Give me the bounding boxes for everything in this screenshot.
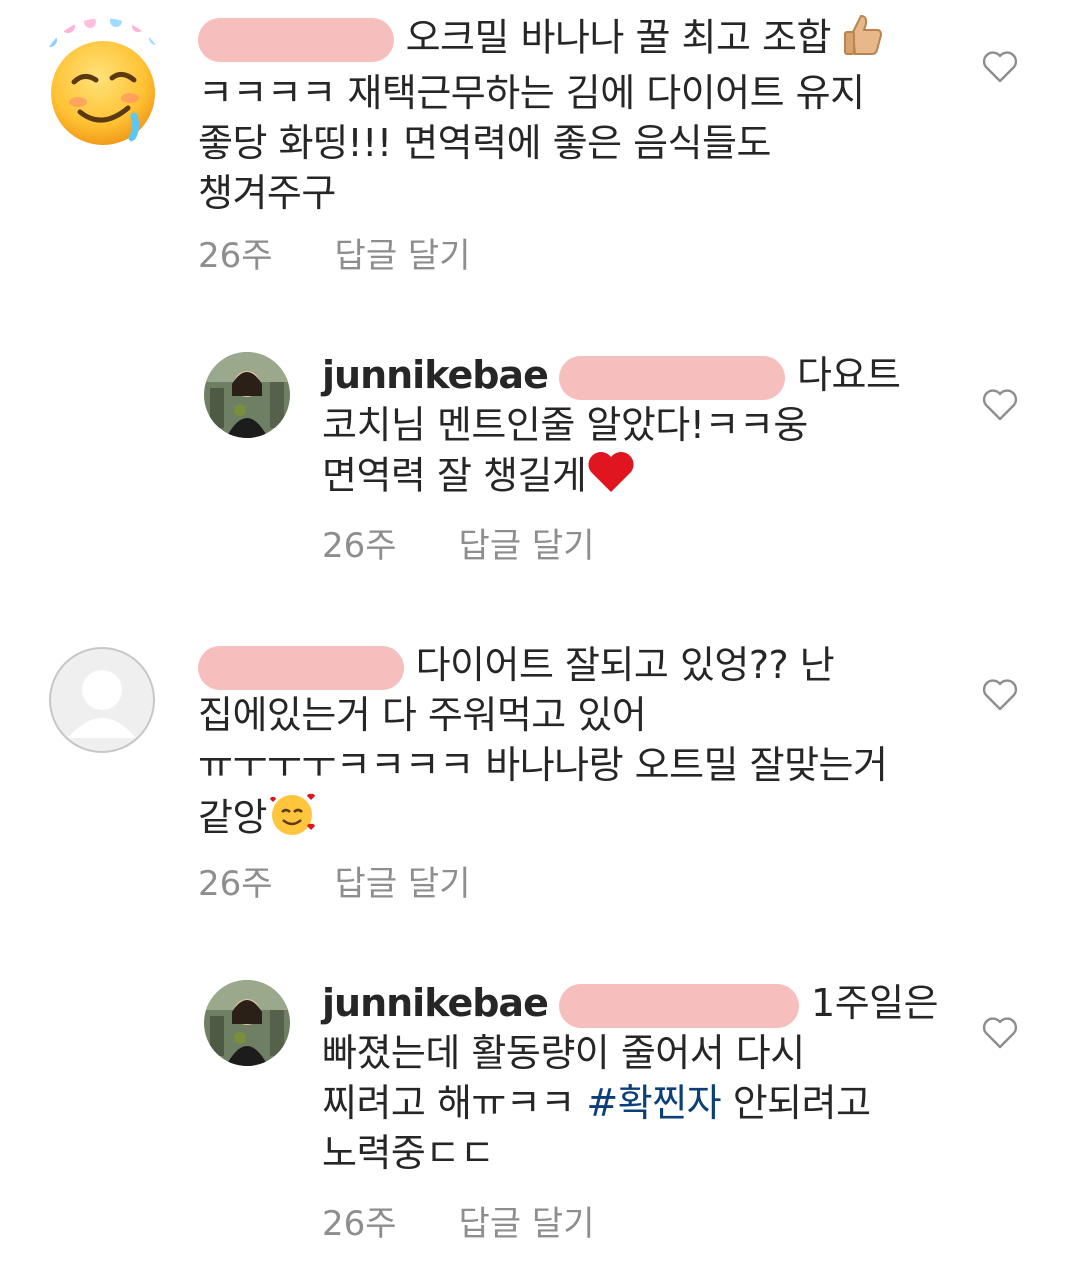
reply-button[interactable]: 답글 달기 — [459, 1196, 595, 1245]
like-button[interactable] — [980, 384, 1020, 424]
reply-button[interactable]: 답글 달기 — [335, 228, 471, 277]
comment-line-3: 찌려고 해ㅠㅋㅋ #확찐자 안되려고 — [322, 1081, 871, 1125]
reply-button[interactable]: 답글 달기 — [459, 518, 595, 567]
timestamp: 26주 — [322, 1204, 397, 1244]
comment-line-1: 다이어트 잘되고 있엉?? 난 — [198, 640, 978, 690]
comment-line-1: junnikebae 다요트 — [322, 350, 962, 400]
comment-line-2: 집에있는거 다 주워먹고 있어 — [198, 693, 647, 737]
profile-photo-icon — [204, 980, 290, 1066]
comment-line-2: ㅋㅋㅋㅋ 재택근무하는 김에 다이어트 유지 — [198, 71, 865, 115]
comment-meta: 26주 답글 달기 — [322, 518, 594, 567]
avatar[interactable] — [204, 980, 290, 1066]
comment-meta: 26주 답글 달기 — [198, 856, 470, 905]
redacted-username — [198, 645, 404, 690]
avatar[interactable] — [204, 352, 290, 438]
thumbs-up-icon — [843, 12, 883, 68]
comment-meta: 26주 답글 달기 — [198, 228, 470, 277]
comment-line-3: 좋당 화띵!!! 면역력에 좋은 음식들도 — [198, 121, 771, 165]
redacted-mention — [559, 983, 800, 1028]
heart-outline-icon — [982, 51, 1018, 83]
comment-line-4: 챙겨주구 — [198, 171, 336, 215]
like-button[interactable] — [980, 1012, 1020, 1052]
comment-meta: 26주 답글 달기 — [322, 1196, 594, 1245]
comment-line-2: 빠졌는데 활동량이 줄어서 다시 — [322, 1031, 805, 1075]
comment-line-4: 노력중ㄷㄷ — [322, 1131, 495, 1175]
timestamp: 26주 — [198, 864, 273, 904]
avatar[interactable] — [48, 646, 156, 754]
comment-body: 오크밀 바나나 꿀 최고 조합 ㅋㅋㅋㅋ 재택근무하는 김에 다이어트 유지 좋… — [198, 12, 958, 218]
heart-outline-icon — [982, 389, 1018, 421]
comment-body: junnikebae 1주일은 빠졌는데 활동량이 줄어서 다시 찌려고 해ㅠㅋ… — [322, 978, 962, 1178]
heart-outline-icon — [982, 1017, 1018, 1049]
redacted-mention — [559, 355, 786, 400]
redacted-username — [198, 18, 394, 62]
heart-outline-icon — [982, 679, 1018, 711]
profile-photo-icon — [204, 352, 290, 438]
timestamp: 26주 — [322, 526, 397, 566]
comment-line-1: 오크밀 바나나 꿀 최고 조합 — [198, 12, 958, 68]
timestamp: 26주 — [198, 236, 273, 276]
default-avatar-icon — [49, 647, 155, 753]
drooling-face-icon — [43, 18, 163, 145]
reply-button[interactable]: 답글 달기 — [335, 856, 471, 905]
like-button[interactable] — [980, 674, 1020, 714]
comment-line-1: junnikebae 1주일은 — [322, 978, 962, 1028]
like-button[interactable] — [980, 46, 1020, 86]
comment-body: 다이어트 잘되고 있엉?? 난 집에있는거 다 주워먹고 있어 ㅠㅜㅜㅜㅋㅋㅋㅋ… — [198, 640, 978, 850]
smiling-face-with-hearts-icon — [267, 790, 317, 850]
avatar[interactable] — [38, 18, 168, 148]
comment-line-3: ㅠㅜㅜㅜㅋㅋㅋㅋ 바나나랑 오트밀 잘맞는거 — [198, 743, 888, 787]
comment-username[interactable]: junnikebae — [322, 353, 549, 397]
comment-username[interactable]: junnikebae — [322, 981, 549, 1025]
comment-line-3: 면역력 잘 챙길게 — [322, 450, 962, 506]
comment-body: junnikebae 다요트 코치님 멘트인줄 알았다!ㅋㅋ웅 면역력 잘 챙길… — [322, 350, 962, 506]
red-heart-icon — [586, 450, 636, 506]
hashtag-link[interactable]: #확찐자 — [586, 1081, 721, 1125]
comment-line-2: 코치님 멘트인줄 알았다!ㅋㅋ웅 — [322, 403, 808, 447]
comment-line-4: 같앙 — [198, 790, 978, 850]
